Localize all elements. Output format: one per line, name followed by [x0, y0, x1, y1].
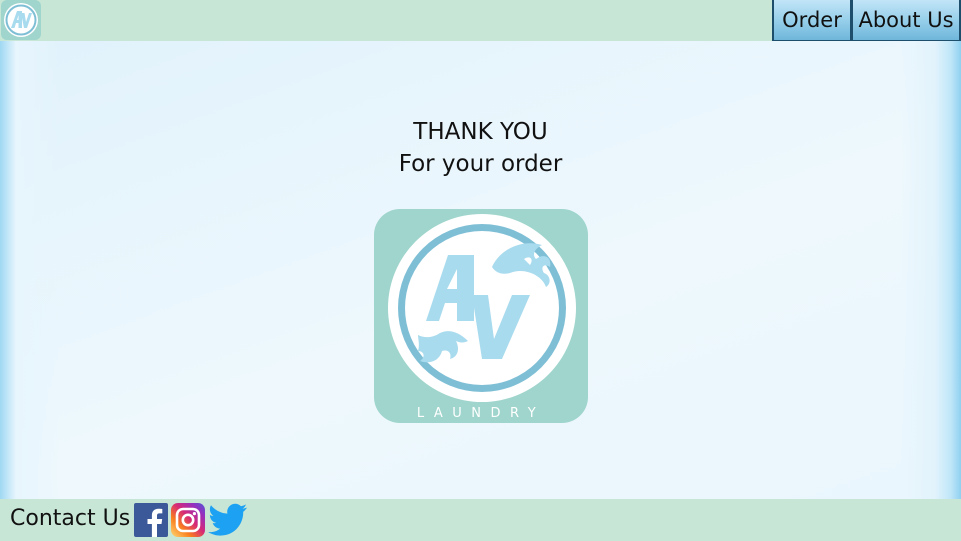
order-subheading: For your order — [398, 151, 563, 177]
about-us-button[interactable]: About Us — [851, 0, 961, 41]
footer-bar: Contact Us — [0, 499, 961, 541]
av-laundry-logo-icon[interactable] — [1, 0, 41, 40]
top-nav: Order About Us — [772, 0, 961, 41]
top-bar: Order About Us — [0, 0, 961, 41]
av-laundry-logo-icon: LAUNDRY — [374, 209, 588, 423]
main-content: THANK YOU For your order LAUNDRY — [0, 41, 961, 499]
facebook-icon[interactable] — [134, 503, 168, 537]
thank-you-heading: THANK YOU — [413, 119, 548, 145]
order-button[interactable]: Order — [772, 0, 852, 41]
twitter-icon[interactable] — [208, 503, 248, 537]
contact-us-label: Contact Us — [10, 506, 131, 531]
instagram-icon[interactable] — [171, 503, 205, 537]
laundry-wordmark: LAUNDRY — [417, 406, 545, 421]
